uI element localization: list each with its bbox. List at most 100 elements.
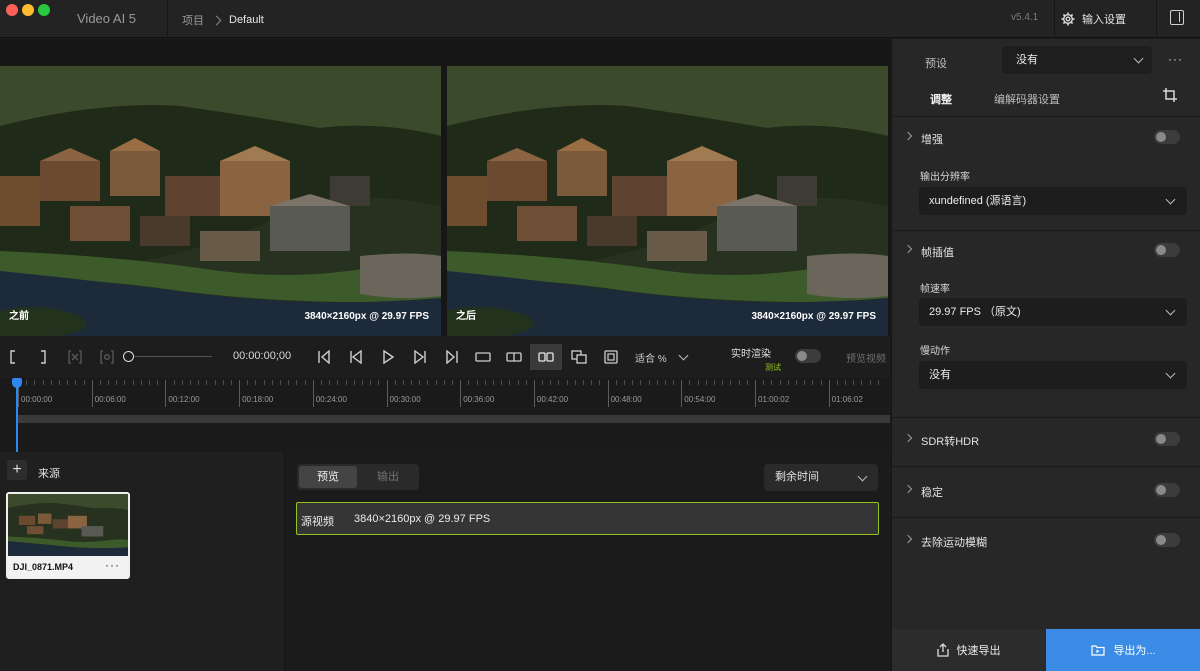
previous-frame-button[interactable]: [344, 344, 368, 370]
split-view-button[interactable]: [501, 344, 527, 370]
export-as-button[interactable]: 导出为...: [1046, 629, 1200, 671]
toggle-panel-icon[interactable]: [1170, 10, 1184, 25]
single-view-button[interactable]: [470, 344, 496, 370]
snap-marker-button[interactable]: [96, 344, 118, 370]
queue-row-label: 源视频: [301, 516, 334, 528]
timeline-minor-tick: [804, 380, 806, 385]
timeline-minor-tick: [599, 380, 601, 385]
more-options-icon[interactable]: ···: [1168, 52, 1183, 66]
preview-video-button[interactable]: 预览视频: [846, 350, 886, 365]
timeline-track[interactable]: [16, 415, 890, 423]
tab-preview[interactable]: 预览: [299, 466, 357, 488]
timeline-minor-tick: [214, 380, 216, 385]
sources-title: 来源: [38, 468, 60, 480]
compare-view-button[interactable]: [566, 344, 592, 370]
timeline-minor-tick: [411, 380, 413, 385]
playhead-handle[interactable]: [12, 378, 22, 388]
tab-export[interactable]: 输出: [359, 466, 417, 488]
go-to-start-button[interactable]: [312, 344, 336, 370]
timeline-minor-tick: [419, 380, 421, 385]
clear-marks-button[interactable]: [64, 344, 86, 370]
clip-card[interactable]: DJI_0871.MP4 ···: [6, 492, 130, 579]
frame-rate-value: 29.97 FPS （原文): [929, 306, 1021, 318]
minimize-window-button[interactable]: [22, 4, 34, 16]
chevron-down-icon: [1165, 305, 1176, 316]
share-icon: [936, 643, 949, 657]
close-window-button[interactable]: [6, 4, 18, 16]
preset-select[interactable]: 没有: [1002, 46, 1152, 74]
timeline-minor-tick: [255, 380, 257, 385]
output-resolution-label: 输出分辨率: [920, 172, 970, 183]
more-options-icon[interactable]: ···: [105, 558, 120, 572]
divider: [892, 417, 1200, 418]
timeline-major-tick: [755, 380, 756, 407]
timeline-minor-tick: [280, 380, 282, 385]
breadcrumb-project[interactable]: 项目: [182, 12, 204, 28]
timeline-minor-tick: [452, 380, 453, 385]
timeline-minor-tick: [83, 380, 85, 385]
play-button[interactable]: [376, 344, 400, 370]
title-bar: Video AI 5 项目 Default v5.4.1 输入设置: [0, 0, 1200, 38]
crop-icon[interactable]: [1162, 87, 1178, 103]
stabilize-toggle[interactable]: [1154, 483, 1180, 497]
timeline-minor-tick: [435, 380, 437, 385]
slowmo-select[interactable]: 没有: [919, 361, 1187, 389]
timeline-minor-tick: [550, 380, 552, 385]
timeline-minor-tick: [771, 380, 773, 385]
timeline-tick-label: 00:54:00: [684, 395, 716, 404]
timeline-minor-tick: [517, 380, 519, 385]
go-to-end-button[interactable]: [440, 344, 464, 370]
mark-in-button[interactable]: [2, 344, 24, 370]
divider: [1054, 0, 1055, 38]
sdr-hdr-toggle[interactable]: [1154, 432, 1180, 446]
timeline-major-tick: [312, 380, 314, 407]
zoom-slider-knob[interactable]: [123, 351, 134, 362]
playhead-line[interactable]: [16, 384, 18, 452]
timeline-minor-tick: [394, 380, 396, 385]
queue-row[interactable]: 源视频 3840×2160px @ 29.97 FPS: [296, 502, 879, 535]
section-frame-interpolation[interactable]: 帧插值: [892, 236, 1200, 266]
sort-select-value: 剩余时间: [775, 471, 819, 483]
frame-rate-label: 帧速率: [920, 284, 950, 295]
frame-interpolation-toggle[interactable]: [1154, 243, 1180, 257]
timeline-minor-tick: [705, 380, 707, 385]
timeline-minor-tick: [476, 380, 478, 385]
timeline-minor-tick: [853, 380, 855, 385]
timeline-tick-label: 00:48:00: [610, 395, 642, 404]
sort-select[interactable]: 剩余时间: [764, 464, 878, 491]
section-stabilize[interactable]: 稳定: [892, 476, 1200, 506]
tab-codec-settings[interactable]: 编解码器设置: [994, 91, 1060, 107]
section-enhance[interactable]: 增强: [892, 123, 1200, 153]
section-sdr-to-hdr[interactable]: SDR转HDR: [892, 425, 1200, 455]
timeline-major-tick: [165, 380, 167, 407]
section-motion-deblur[interactable]: 去除运动模糊: [892, 526, 1200, 556]
output-resolution-select[interactable]: xundefined (源语言): [919, 187, 1187, 215]
mark-out-button[interactable]: [32, 344, 54, 370]
quick-export-button[interactable]: 快速导出: [892, 629, 1045, 671]
before-video-pane[interactable]: 之前 3840×2160px @ 29.97 FPS: [0, 66, 441, 336]
split-view-icon: [506, 352, 522, 362]
timeline[interactable]: 00:00:00 00:06:00 00:12:00 00:18:00 00:24:00…: [0, 378, 890, 452]
realtime-render-toggle[interactable]: [795, 349, 821, 363]
next-frame-button[interactable]: [408, 344, 432, 370]
add-source-button[interactable]: +: [7, 460, 27, 480]
timeline-minor-tick: [427, 380, 429, 385]
side-by-side-view-button[interactable]: [530, 344, 562, 370]
zoom-fit-select[interactable]: 适合 %: [635, 350, 667, 365]
beta-badge: 测试: [765, 363, 781, 372]
after-video-pane[interactable]: 之后 3840×2160px @ 29.97 FPS: [447, 66, 888, 336]
timeline-minor-tick: [296, 380, 298, 385]
motion-deblur-toggle[interactable]: [1154, 533, 1180, 547]
enhance-toggle[interactable]: [1154, 130, 1180, 144]
tab-adjust[interactable]: 调整: [930, 91, 952, 107]
timeline-minor-tick: [443, 380, 445, 385]
timeline-minor-tick: [861, 380, 863, 385]
play-icon: [383, 350, 395, 364]
frame-rate-select[interactable]: 29.97 FPS （原文): [919, 298, 1187, 326]
zoom-window-button[interactable]: [38, 4, 50, 16]
timeline-tick-label: 01:06:02: [831, 395, 863, 404]
breadcrumb-current: Default: [229, 14, 264, 26]
input-settings-button[interactable]: 输入设置: [1057, 0, 1157, 38]
overlay-view-button[interactable]: [598, 344, 624, 370]
zoom-slider-track[interactable]: [128, 356, 212, 357]
